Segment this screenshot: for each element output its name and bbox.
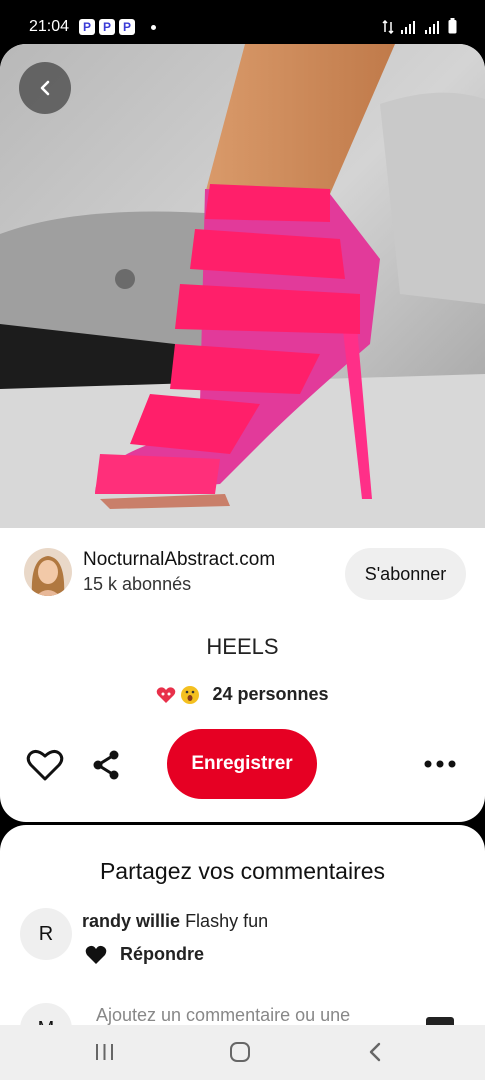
- home-icon[interactable]: [230, 1042, 250, 1062]
- emoji-sticker-icon[interactable]: [426, 1017, 454, 1025]
- more-dots-icon: [424, 760, 456, 768]
- more-options-button[interactable]: [424, 752, 456, 776]
- system-nav-bar: [0, 1025, 485, 1080]
- save-button[interactable]: Enregistrer: [167, 729, 317, 799]
- battery-icon: [448, 18, 457, 34]
- data-arrows-icon: [382, 20, 394, 34]
- signal-icon: [425, 21, 439, 34]
- chevron-left-icon: [40, 80, 50, 96]
- status-bar: 21:04 P P P: [0, 0, 485, 44]
- comment-body: Flashy fun: [185, 911, 269, 931]
- my-avatar[interactable]: M: [20, 1003, 72, 1025]
- comment-username[interactable]: randy willie: [82, 911, 180, 931]
- share-icon: [93, 750, 119, 780]
- heart-outline-icon: [26, 749, 64, 781]
- comment-avatar[interactable]: R: [20, 908, 72, 960]
- back-nav-icon[interactable]: [368, 1042, 382, 1062]
- signal-icon: [401, 21, 415, 34]
- status-time: 21:04: [29, 18, 70, 35]
- heart-filled-icon[interactable]: [85, 945, 107, 965]
- share-button[interactable]: [90, 748, 124, 782]
- reply-button[interactable]: Répondre: [120, 944, 204, 965]
- pin-title: HEELS: [206, 634, 279, 659]
- comment-text: randy willie Flashy fun: [82, 911, 268, 932]
- pin-image[interactable]: [0, 44, 485, 528]
- author-name[interactable]: NocturnalAbstract.com: [83, 549, 275, 571]
- follow-button[interactable]: S'abonner: [345, 548, 466, 600]
- comments-section: Partagez vos commentaires R randy willie…: [0, 825, 485, 1025]
- app-badge-icon: P: [99, 19, 115, 35]
- reaction-count: 24 personnes: [212, 684, 329, 704]
- status-indicators: [382, 18, 457, 34]
- comment-input[interactable]: [96, 995, 406, 1025]
- recent-apps-icon[interactable]: [95, 1044, 114, 1060]
- reactions-summary[interactable]: 24 personnes: [0, 684, 485, 705]
- app-badge-icon: P: [119, 19, 135, 35]
- pin-card: NocturnalAbstract.com 15 k abonnés S'abo…: [0, 44, 485, 822]
- app-badge-icon: P: [79, 19, 95, 35]
- notification-dot-icon: [151, 25, 156, 30]
- avatar-photo-icon: [24, 548, 72, 596]
- heart-eyes-icon: [157, 686, 176, 703]
- author-avatar[interactable]: [24, 548, 72, 596]
- status-app-badges: P P P: [79, 19, 135, 35]
- comments-title: Partagez vos commentaires: [99, 858, 386, 884]
- back-button[interactable]: [19, 62, 71, 114]
- wow-face-icon: [181, 685, 200, 704]
- like-button[interactable]: [26, 748, 64, 782]
- follower-count: 15 k abonnés: [83, 574, 192, 594]
